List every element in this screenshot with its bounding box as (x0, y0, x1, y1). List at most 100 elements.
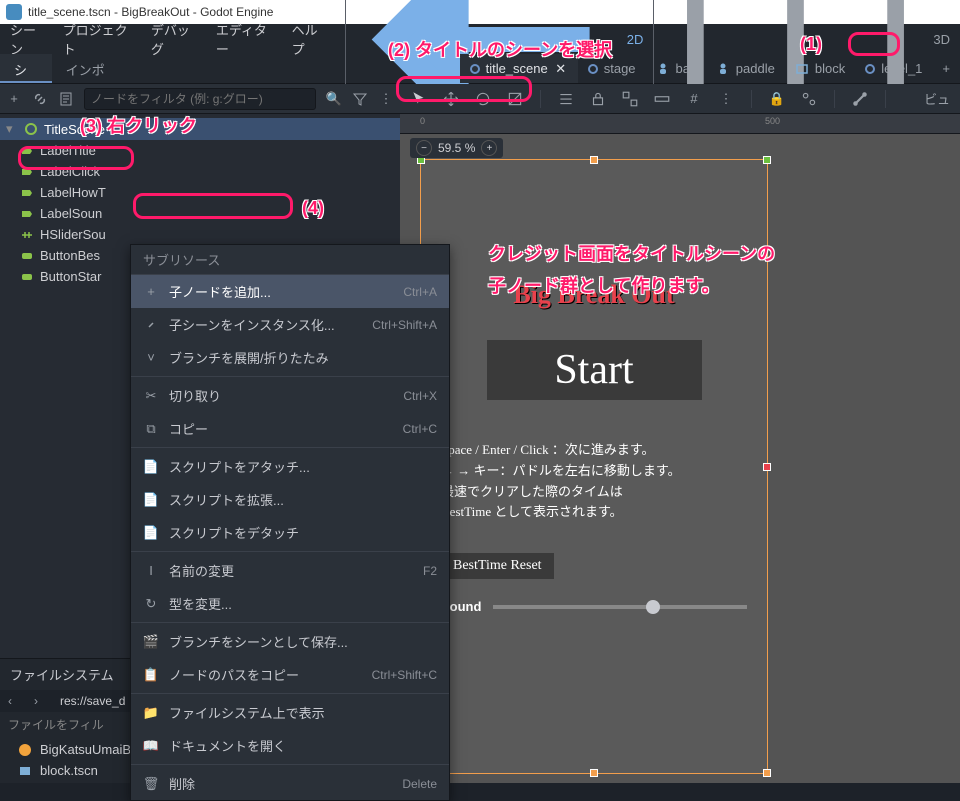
ctx-label: ノードのパスをコピー (169, 665, 299, 684)
resize-handle[interactable] (763, 769, 771, 777)
zoom-in-button[interactable]: + (481, 140, 497, 156)
resize-handle[interactable] (763, 156, 771, 164)
ctx-add-child-node[interactable]: + 子ノードを追加... Ctrl+A (131, 275, 449, 308)
ruler-icon[interactable] (653, 90, 671, 108)
ctx-cut[interactable]: ✂ 切り取り Ctrl+X (131, 379, 449, 412)
ctx-detach-script[interactable]: 📄 スクリプトをデタッチ (131, 516, 449, 549)
tree-root-titlescene[interactable]: ▾ TitleScene (0, 118, 400, 140)
ctx-label: 子ノードを追加... (169, 282, 271, 301)
ctx-extend-script[interactable]: 📄 スクリプトを拡張... (131, 483, 449, 516)
scene-tab-level-1[interactable]: level_1 (855, 54, 932, 83)
slider-thumb[interactable] (646, 600, 660, 614)
ctx-label: スクリプトをデタッチ (169, 523, 299, 542)
more-icon[interactable]: ⋮ (378, 91, 394, 107)
tree-item[interactable]: HSliderSou (0, 224, 400, 245)
game-besttime-reset-button[interactable]: BestTime Reset (441, 553, 554, 579)
tree-item[interactable]: LabelSoun (0, 203, 400, 224)
menu-help[interactable]: ヘルプ (292, 20, 327, 58)
scene-tab-title-scene[interactable]: title_scene ✕ (460, 54, 578, 83)
view-label[interactable]: ビュ (924, 89, 950, 108)
tree-node-label: LabelSoun (40, 206, 102, 221)
ctx-separator (131, 551, 449, 552)
node-icon (716, 62, 730, 76)
back-icon[interactable]: ‹ (8, 694, 26, 708)
lock-icon[interactable]: 🔒 (768, 90, 786, 108)
scale-icon[interactable] (506, 90, 524, 108)
menubar: シーン プロジェクト デバッグ エディター ヘルプ 2D 3D (0, 24, 960, 54)
list-icon[interactable] (557, 90, 575, 108)
game-start-button[interactable]: Start (487, 340, 702, 400)
game-howto: Space / Enter / Click ：次に進みます。 ← → キー：パド… (421, 400, 767, 523)
cursor-icon[interactable] (410, 90, 428, 108)
close-icon[interactable]: ✕ (554, 62, 568, 76)
grid-icon[interactable]: # (685, 90, 703, 108)
group-icon[interactable] (800, 90, 818, 108)
group-icon[interactable] (621, 90, 639, 108)
scene-tab-label: ball (676, 61, 696, 76)
game-canvas[interactable]: Big Break Out Start Space / Enter / Clic… (420, 159, 768, 774)
viewport-canvas[interactable]: 0 500 − 59.5 % + Big Break Out Start Spa… (400, 114, 960, 783)
search-icon[interactable]: 🔍 (326, 91, 342, 107)
resize-handle[interactable] (590, 156, 598, 164)
button-icon (20, 249, 34, 263)
label-icon (20, 186, 34, 200)
ctx-copy[interactable]: ⧉ コピー Ctrl+C (131, 412, 449, 445)
menu-editor[interactable]: エディター (216, 20, 274, 58)
link-icon (143, 317, 159, 333)
scene-tab-block[interactable]: block (785, 54, 855, 83)
menu-project[interactable]: プロジェクト (63, 20, 133, 58)
move-icon[interactable] (442, 90, 460, 108)
ctx-label: 子シーンをインスタンス化... (169, 315, 335, 334)
zoom-control: − 59.5 % + (410, 138, 503, 158)
ctx-copy-node-path[interactable]: 📋 ノードのパスをコピー Ctrl+Shift+C (131, 658, 449, 691)
bone-icon[interactable] (851, 90, 869, 108)
tree-item[interactable]: LabelClick (0, 161, 400, 182)
ctx-separator (131, 693, 449, 694)
copy-icon: ⧉ (143, 421, 159, 437)
ctx-separator (131, 447, 449, 448)
rotate-icon[interactable] (474, 90, 492, 108)
ctx-save-branch-as-scene[interactable]: 🎬 ブランチをシーンとして保存... (131, 625, 449, 658)
scene-tab-stage[interactable]: stage (578, 54, 646, 83)
path-text[interactable]: res://save_d (60, 694, 125, 708)
more-icon[interactable]: ⋮ (717, 90, 735, 108)
scene-tree-filter[interactable] (84, 88, 316, 110)
zoom-out-button[interactable]: − (416, 140, 432, 156)
ctx-delete[interactable]: 🗑 削除 Delete (131, 767, 449, 800)
ctx-shortcut: Ctrl+Shift+C (372, 668, 437, 682)
lock-icon[interactable] (589, 90, 607, 108)
ctx-label: 名前の変更 (169, 561, 234, 580)
ctx-change-type[interactable]: ↻ 型を変更... (131, 587, 449, 620)
add-node-icon[interactable]: + (6, 91, 22, 107)
menu-scene[interactable]: シーン (10, 20, 45, 58)
scene-tab-paddle[interactable]: paddle (706, 54, 785, 83)
ctx-label: ファイルシステム上で表示 (169, 703, 325, 722)
resize-handle[interactable] (763, 463, 771, 471)
scene-tab-label: stage (604, 61, 636, 76)
script-icon[interactable] (58, 91, 74, 107)
resize-handle[interactable] (590, 769, 598, 777)
scene-tab-ball[interactable]: ball (646, 54, 706, 83)
forward-icon[interactable]: › (34, 694, 52, 708)
ctx-attach-script[interactable]: 📄 スクリプトをアタッチ... (131, 450, 449, 483)
sound-slider[interactable] (493, 605, 747, 609)
expand-icon[interactable]: ▾ (6, 121, 18, 137)
tab-scene[interactable]: シーン (0, 54, 52, 83)
ctx-expand-collapse[interactable]: ˅ ブランチを展開/折りたたみ (131, 341, 449, 374)
ctx-label: スクリプトをアタッチ... (169, 457, 310, 476)
tree-item[interactable]: LabelTitle (0, 140, 400, 161)
ctx-instance-child-scene[interactable]: 子シーンをインスタンス化... Ctrl+Shift+A (131, 308, 449, 341)
menu-debug[interactable]: デバッグ (151, 20, 198, 58)
link-icon[interactable] (32, 91, 48, 107)
filter-icon[interactable] (352, 91, 368, 107)
tree-node-label: ButtonStar (40, 269, 101, 284)
add-scene-button[interactable]: + (932, 57, 960, 80)
ctx-rename[interactable]: I 名前の変更 F2 (131, 554, 449, 587)
trash-icon: 🗑 (143, 776, 159, 792)
viewport-toolbar: # ⋮ 🔒 ビュ (400, 84, 960, 114)
ctx-open-docs[interactable]: 📖 ドキュメントを開く (131, 729, 449, 762)
tab-import[interactable]: インポート (52, 54, 120, 83)
scene-icon (18, 764, 32, 778)
tree-item[interactable]: LabelHowT (0, 182, 400, 203)
ctx-show-in-filesystem[interactable]: 📁 ファイルシステム上で表示 (131, 696, 449, 729)
